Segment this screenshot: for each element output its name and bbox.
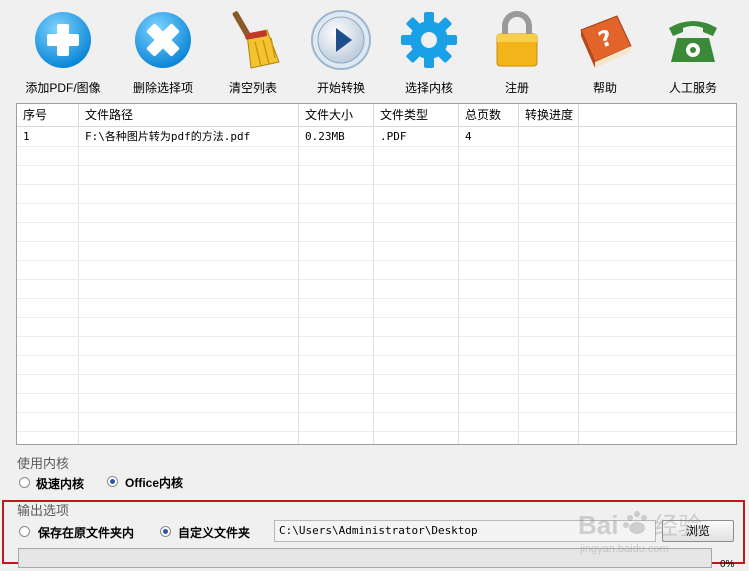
start-convert-label: 开始转换: [316, 81, 365, 95]
help-book-icon: ?: [580, 15, 632, 68]
column-divider: [78, 126, 79, 444]
select-kernel-button[interactable]: 选择内核: [384, 6, 474, 98]
start-convert-button[interactable]: 开始转换: [296, 6, 386, 98]
column-header-type[interactable]: 文件类型: [374, 104, 459, 126]
gear-icon: [401, 12, 457, 68]
column-divider: [458, 126, 459, 444]
baidu-paw-logo: Bai 经验 jingyan.baidu.com: [578, 510, 702, 555]
svg-text:经验: 经验: [654, 512, 702, 540]
row-divider: [17, 146, 736, 147]
play-icon: [311, 10, 371, 70]
column-divider: [373, 126, 374, 444]
radio-office-kernel[interactable]: [107, 476, 118, 487]
column-divider: [298, 126, 299, 444]
register-button[interactable]: 注册: [472, 6, 562, 98]
output-section-title: 输出选项: [17, 503, 70, 518]
row-divider: [17, 317, 736, 318]
cell-path: F:\各种图片转为pdf的方法.pdf: [85, 130, 251, 143]
add-pdf-image-button[interactable]: 添加PDF/图像: [18, 6, 108, 98]
row-divider: [17, 412, 736, 413]
fast-kernel-label[interactable]: 极速内核: [36, 475, 84, 492]
column-header-path[interactable]: 文件路径: [79, 104, 299, 126]
help-button[interactable]: ? 帮助: [560, 6, 650, 98]
row-divider: [17, 431, 736, 432]
table-row[interactable]: 1 F:\各种图片转为pdf的方法.pdf 0.23MB .PDF 4: [17, 127, 736, 146]
plus-icon: [35, 12, 91, 68]
broom-icon: [232, 11, 280, 69]
radio-fast-kernel[interactable]: [19, 477, 30, 488]
cell-progress: [519, 127, 579, 146]
column-header-index[interactable]: 序号: [17, 104, 79, 126]
clear-list-label: 清空列表: [228, 81, 277, 95]
row-divider: [17, 336, 736, 337]
svg-text:Bai: Bai: [578, 510, 618, 540]
cell-size: 0.23MB: [305, 130, 345, 143]
row-divider: [17, 374, 736, 375]
add-pdf-image-label: 添加PDF/图像: [25, 81, 101, 95]
lock-icon: [496, 11, 538, 67]
svg-text:jingyan.baidu.com: jingyan.baidu.com: [579, 543, 669, 555]
register-label: 注册: [504, 81, 529, 95]
cell-type: .PDF: [380, 130, 407, 143]
toolbar: 添加PDF/图像 删除选择项 清空列表 开始转换 选择内核 注册 ? 帮助 人工…: [0, 0, 749, 100]
customer-service-button[interactable]: 人工服务: [648, 6, 738, 98]
row-divider: [17, 355, 736, 356]
close-x-icon: [135, 12, 191, 68]
column-divider: [578, 126, 579, 444]
row-divider: [17, 298, 736, 299]
row-divider: [17, 165, 736, 166]
row-divider: [17, 222, 736, 223]
radio-custom-folder[interactable]: [160, 526, 171, 537]
clear-list-button[interactable]: 清空列表: [208, 6, 298, 98]
office-kernel-label[interactable]: Office内核: [125, 474, 183, 491]
radio-save-original-folder[interactable]: [19, 526, 30, 537]
column-header-progress[interactable]: 转换进度: [519, 104, 579, 126]
customer-service-label: 人工服务: [668, 81, 717, 95]
cell-index: 1: [23, 130, 30, 143]
delete-selected-label: 删除选择项: [132, 81, 193, 95]
row-divider: [17, 279, 736, 280]
custom-folder-label[interactable]: 自定义文件夹: [178, 524, 250, 541]
table-header: 序号 文件路径 文件大小 文件类型 总页数 转换进度: [17, 104, 736, 127]
engine-section-title: 使用内核: [17, 456, 70, 471]
file-list-table[interactable]: 序号 文件路径 文件大小 文件类型 总页数 转换进度 1 F:\各种图片转为pd…: [16, 103, 737, 445]
save-original-folder-label[interactable]: 保存在原文件夹内: [38, 524, 134, 541]
column-divider: [518, 126, 519, 444]
row-divider: [17, 260, 736, 261]
row-divider: [17, 184, 736, 185]
delete-selected-button[interactable]: 删除选择项: [118, 6, 208, 98]
select-kernel-label: 选择内核: [404, 81, 453, 95]
column-header-pages[interactable]: 总页数: [459, 104, 519, 126]
telephone-icon: [669, 21, 717, 62]
row-divider: [17, 241, 736, 242]
column-header-size[interactable]: 文件大小: [299, 104, 374, 126]
baidu-watermark: Bai 经验 jingyan.baidu.com: [574, 500, 744, 564]
row-divider: [17, 203, 736, 204]
row-divider: [17, 393, 736, 394]
cell-pages: 4: [465, 130, 472, 143]
help-label: 帮助: [592, 81, 617, 95]
